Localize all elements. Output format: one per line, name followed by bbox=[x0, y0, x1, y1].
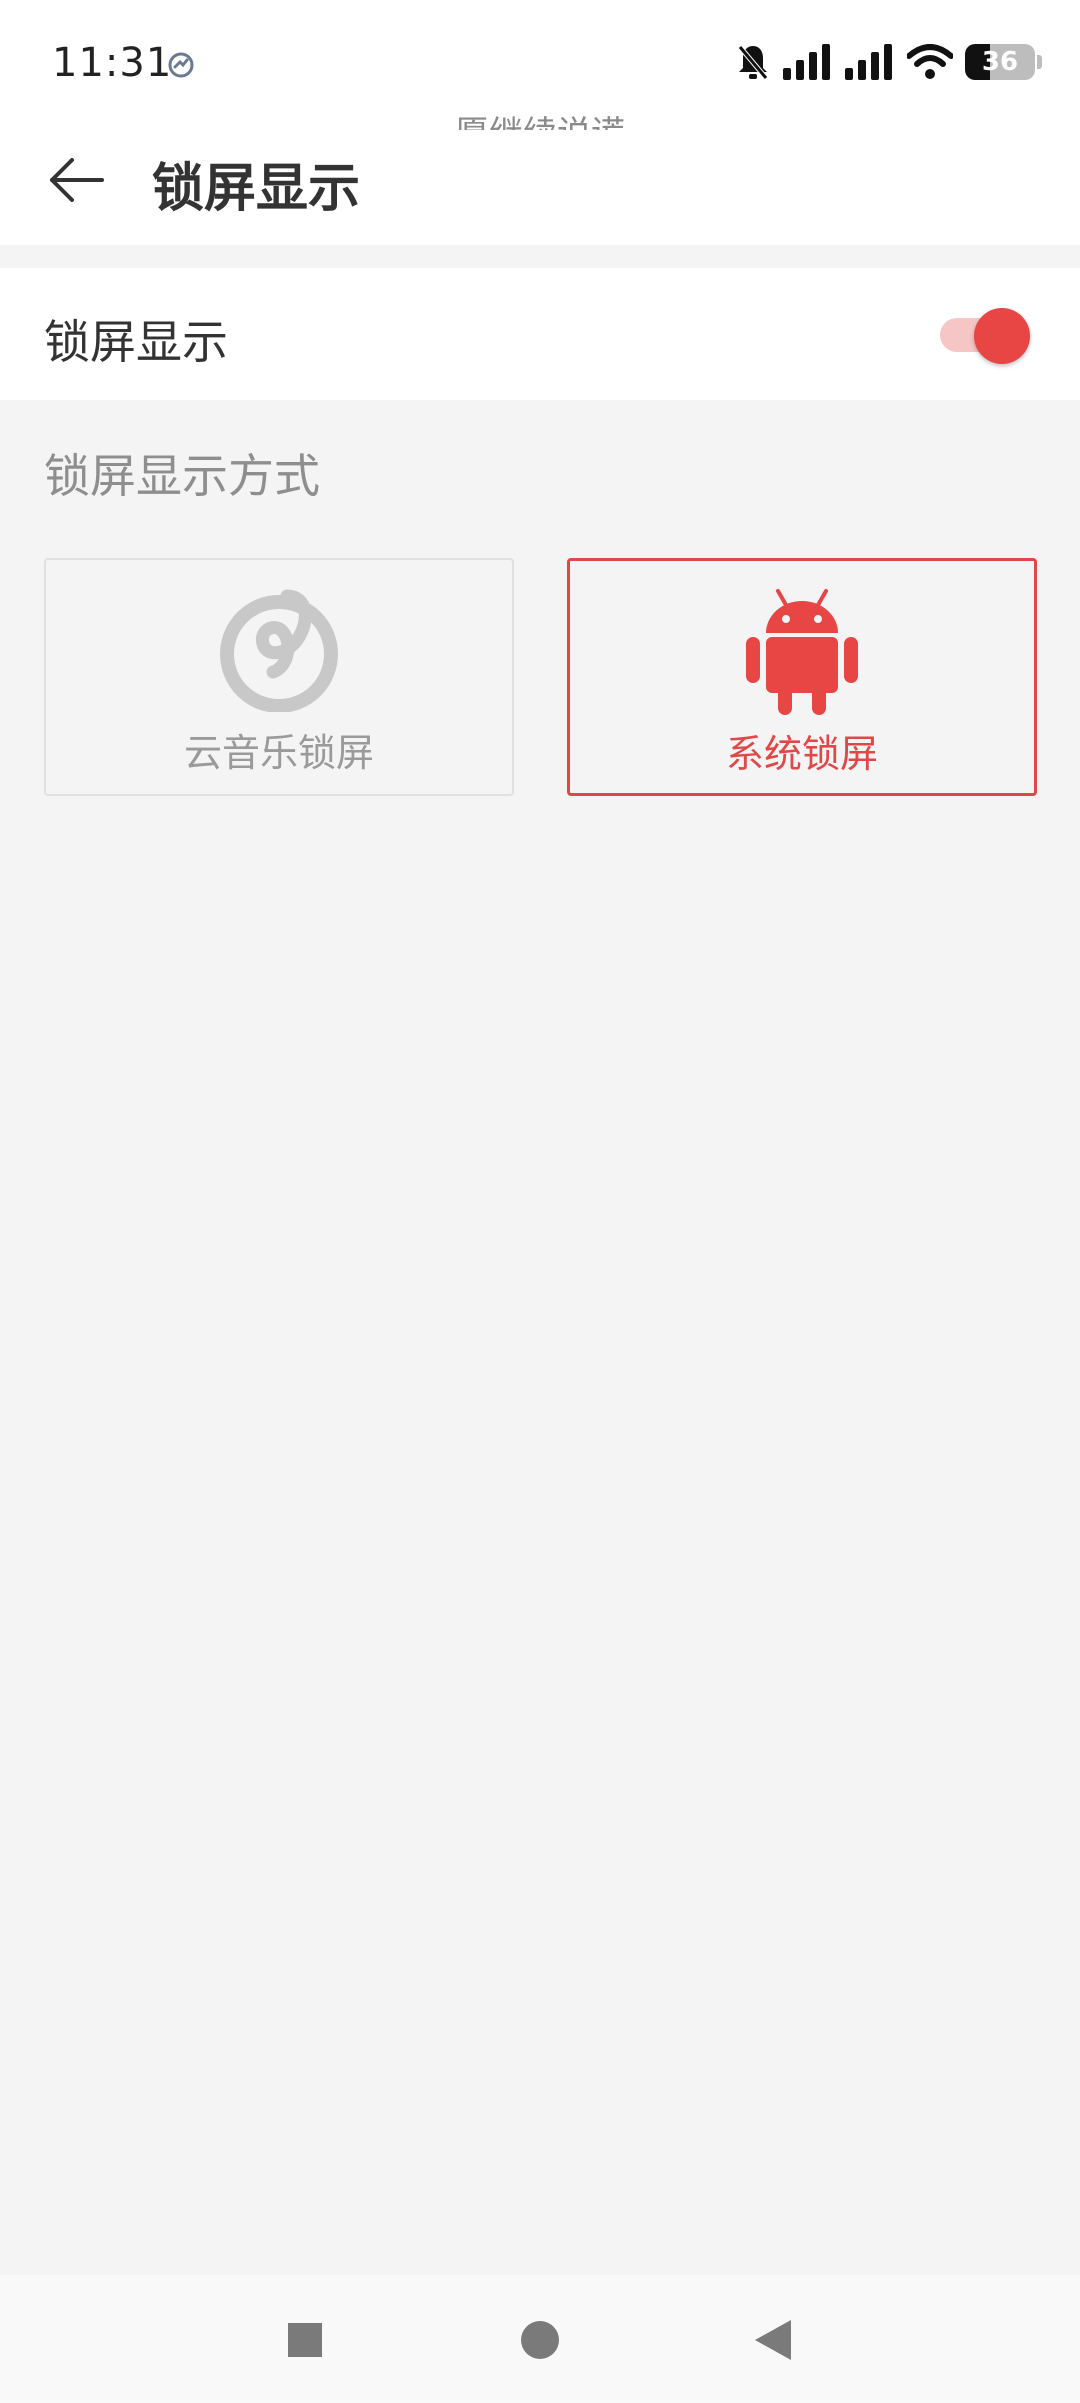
setting-label: 锁屏显示 bbox=[44, 315, 228, 369]
lock-screen-display-row[interactable]: 锁屏显示 bbox=[0, 268, 1080, 400]
lock-screen-toggle[interactable] bbox=[940, 304, 1032, 364]
android-icon bbox=[746, 589, 858, 715]
section-title: 锁屏显示方式 bbox=[44, 449, 320, 503]
nav-back-button[interactable] bbox=[738, 2305, 808, 2375]
lock-screen-settings: 11:31 36 锁屏显示 锁屏显示 锁屏显示方式 云音乐锁屏 系统锁屏 bbox=[0, 0, 1080, 2403]
sync-icon bbox=[168, 52, 194, 78]
triangle-back-icon bbox=[755, 2320, 791, 2360]
battery-level: 36 bbox=[981, 47, 1019, 77]
header: 锁屏显示 bbox=[0, 130, 1080, 245]
signal-icon bbox=[783, 44, 830, 80]
navigation-bar bbox=[0, 2275, 1080, 2403]
home-button[interactable] bbox=[505, 2305, 575, 2375]
battery-tip bbox=[1037, 55, 1042, 69]
status-icons: 36 bbox=[735, 42, 1042, 82]
arrow-left-icon bbox=[50, 158, 104, 202]
option-label: 云音乐锁屏 bbox=[183, 731, 374, 775]
page-title: 锁屏显示 bbox=[152, 159, 361, 219]
bell-muted-icon bbox=[738, 45, 768, 80]
back-button[interactable] bbox=[40, 144, 112, 216]
signal-icon bbox=[845, 44, 892, 80]
option-system-lockscreen[interactable]: 系统锁屏 bbox=[567, 558, 1037, 796]
netease-music-icon bbox=[220, 589, 338, 712]
toggle-knob bbox=[974, 308, 1030, 364]
circle-icon bbox=[521, 2321, 559, 2359]
option-label: 系统锁屏 bbox=[725, 732, 878, 776]
wifi-icon bbox=[907, 44, 953, 79]
battery-icon: 36 bbox=[965, 44, 1035, 80]
recents-button[interactable] bbox=[270, 2305, 340, 2375]
option-cloud-music-lockscreen[interactable]: 云音乐锁屏 bbox=[44, 558, 514, 796]
status-time: 11:31 bbox=[52, 40, 173, 86]
square-icon bbox=[288, 2323, 322, 2357]
